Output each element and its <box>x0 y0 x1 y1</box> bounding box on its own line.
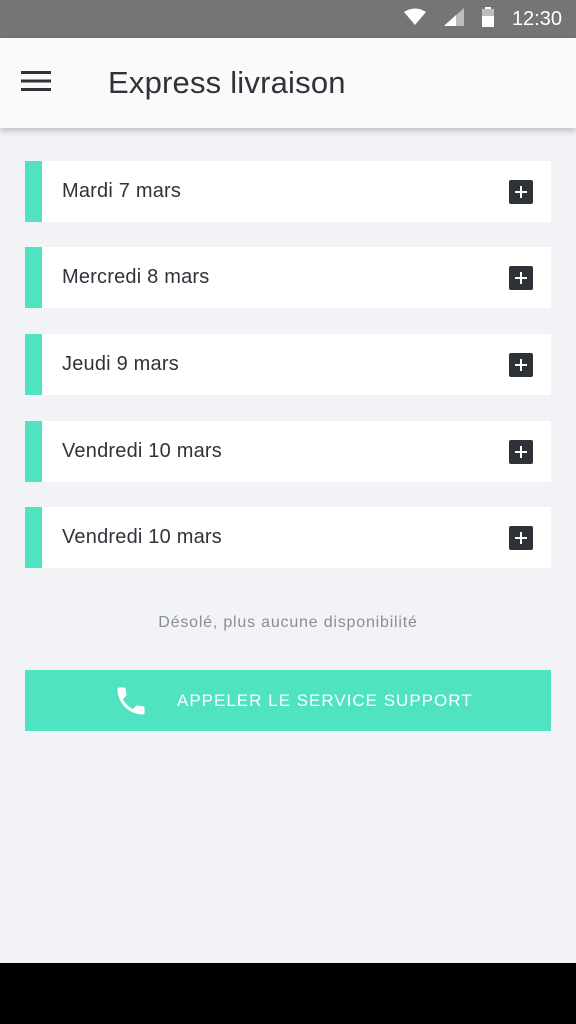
day-label: Vendredi 10 mars <box>62 526 222 548</box>
battery-icon <box>481 6 494 32</box>
day-label: Mercredi 8 mars <box>62 266 210 288</box>
accent-bar <box>25 334 42 395</box>
accent-bar <box>25 421 42 482</box>
app-bar: Express livraison <box>0 38 576 128</box>
day-item-vendredi-10-mars[interactable]: Vendredi 10 mars <box>25 421 551 482</box>
accent-bar <box>25 507 42 568</box>
navigation-bar <box>0 963 576 1024</box>
availability-message: Désolé, plus aucune disponibilité <box>158 614 418 631</box>
call-support-button[interactable]: APPELER LE SERVICE SUPPORT <box>25 670 551 731</box>
signal-icon <box>443 7 464 31</box>
page-title: Express livraison <box>108 65 346 100</box>
hamburger-menu-icon <box>21 70 51 97</box>
day-label: Vendredi 10 mars <box>62 440 222 462</box>
plus-icon[interactable] <box>509 440 533 464</box>
plus-icon[interactable] <box>509 526 533 550</box>
status-bar: 12:30 <box>0 0 576 38</box>
plus-icon[interactable] <box>509 266 533 290</box>
plus-icon[interactable] <box>509 180 533 204</box>
day-item-jeudi-9-mars[interactable]: Jeudi 9 mars <box>25 334 551 395</box>
day-label: Mardi 7 mars <box>62 180 182 202</box>
day-item-mercredi-8-mars[interactable]: Mercredi 8 mars <box>25 247 551 308</box>
day-label: Jeudi 9 mars <box>62 353 179 375</box>
status-time: 12:30 <box>511 7 562 30</box>
call-support-label: APPELER LE SERVICE SUPPORT <box>177 691 473 710</box>
menu-button[interactable] <box>16 65 56 101</box>
plus-icon[interactable] <box>509 353 533 377</box>
wifi-icon <box>403 8 426 31</box>
phone-icon <box>113 683 149 719</box>
accent-bar <box>25 161 42 222</box>
day-item-mardi-7-mars[interactable]: Mardi 7 mars <box>25 161 551 222</box>
status-icons: 12:30 <box>403 0 562 38</box>
accent-bar <box>25 247 42 308</box>
day-item-vendredi-10-mars-2[interactable]: Vendredi 10 mars <box>25 507 551 568</box>
